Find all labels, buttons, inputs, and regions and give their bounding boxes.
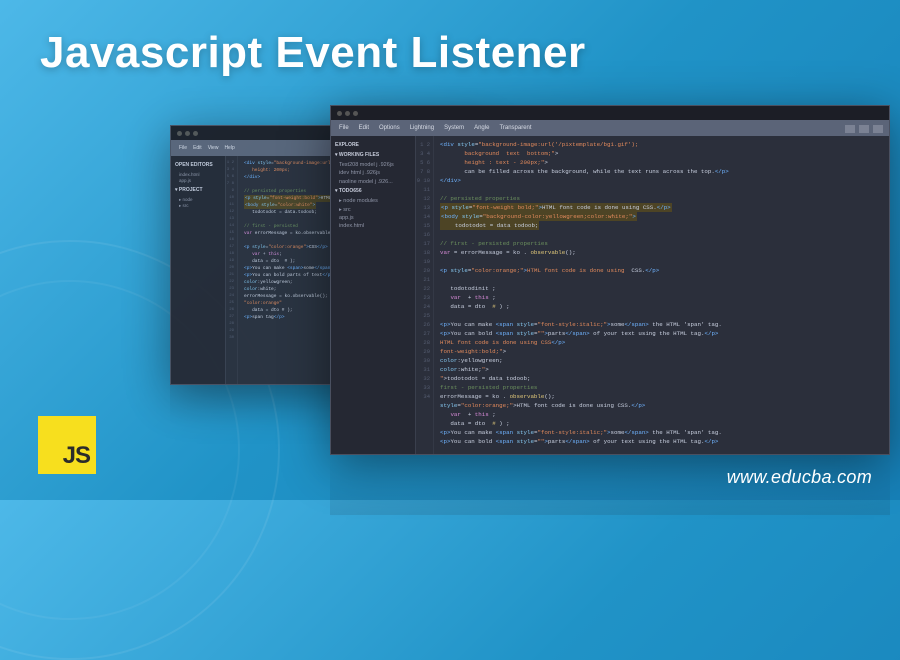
menu-item[interactable]: File bbox=[339, 125, 349, 131]
sidebar-item[interactable]: ▸ src bbox=[335, 206, 411, 214]
menubar-front[interactable]: File Edit Options Lightning System Angle… bbox=[331, 120, 889, 136]
editor-stack: File Edit View Help OPEN EDITORS index.h… bbox=[230, 105, 880, 465]
line-gutter-front: 1 2 3 4 5 6 7 8 9 10 11 12 13 14 15 16 1… bbox=[416, 136, 434, 454]
window-dot bbox=[337, 111, 342, 116]
website-url: www.educba.com bbox=[727, 467, 872, 488]
menu-item[interactable]: Edit bbox=[193, 145, 202, 151]
code-area-front[interactable]: <div style="background-image:url('/pixte… bbox=[434, 136, 889, 454]
page-title: Javascript Event Listener bbox=[40, 28, 586, 78]
sidebar-back[interactable]: OPEN EDITORS index.html app.js PROJECT ▸… bbox=[171, 156, 226, 384]
window-dot bbox=[353, 111, 358, 116]
menu-item[interactable]: Help bbox=[224, 145, 234, 151]
sidebar-item[interactable]: app.js bbox=[175, 178, 221, 185]
code-editor-front: File Edit Options Lightning System Angle… bbox=[330, 105, 890, 455]
sidebar-item[interactable]: index.html bbox=[175, 172, 221, 179]
sidebar-item[interactable]: ▸ src bbox=[175, 203, 221, 210]
sidebar-item[interactable]: app.js bbox=[335, 214, 411, 222]
menu-item[interactable]: Options bbox=[379, 125, 400, 131]
editor-body-front: EXPLORE WORKING FILES Test208 model j .9… bbox=[331, 136, 889, 454]
sidebar-section: EXPLORE bbox=[335, 142, 411, 150]
layout-icon[interactable] bbox=[873, 125, 883, 133]
menu-item[interactable]: Angle bbox=[474, 125, 489, 131]
menu-item[interactable]: View bbox=[208, 145, 219, 151]
window-dot bbox=[345, 111, 350, 116]
menu-item[interactable]: Lightning bbox=[410, 125, 434, 131]
line-gutter-back: 1 2 3 4 5 6 7 8 9 10 11 12 13 14 15 16 1… bbox=[226, 156, 238, 384]
sidebar-item[interactable]: index.html bbox=[335, 222, 411, 230]
sidebar-section[interactable]: TODO656 bbox=[335, 188, 411, 196]
sidebar-item[interactable]: idev html j .926js bbox=[335, 169, 411, 177]
window-dot bbox=[193, 131, 198, 136]
sidebar-section: PROJECT bbox=[175, 187, 221, 195]
sidebar-section: OPEN EDITORS bbox=[175, 162, 221, 170]
menu-item[interactable]: System bbox=[444, 125, 464, 131]
menu-item[interactable]: Edit bbox=[359, 125, 369, 131]
sidebar-front[interactable]: EXPLORE WORKING FILES Test208 model j .9… bbox=[331, 136, 416, 454]
sidebar-item[interactable]: ▸ node bbox=[175, 197, 221, 204]
javascript-logo-icon bbox=[38, 416, 96, 474]
sidebar-section[interactable]: WORKING FILES bbox=[335, 152, 411, 160]
sidebar-item[interactable]: Test208 model j .926js bbox=[335, 161, 411, 169]
layout-icon[interactable] bbox=[859, 125, 869, 133]
window-dot bbox=[185, 131, 190, 136]
titlebar-front bbox=[331, 106, 889, 120]
window-dot bbox=[177, 131, 182, 136]
menu-item[interactable]: Transparent bbox=[499, 125, 531, 131]
window-actions bbox=[845, 122, 883, 136]
sidebar-item[interactable]: naoline model j .926... bbox=[335, 178, 411, 186]
sidebar-item[interactable]: ▸ node modules bbox=[335, 197, 411, 205]
menu-item[interactable]: File bbox=[179, 145, 187, 151]
layout-icon[interactable] bbox=[845, 125, 855, 133]
